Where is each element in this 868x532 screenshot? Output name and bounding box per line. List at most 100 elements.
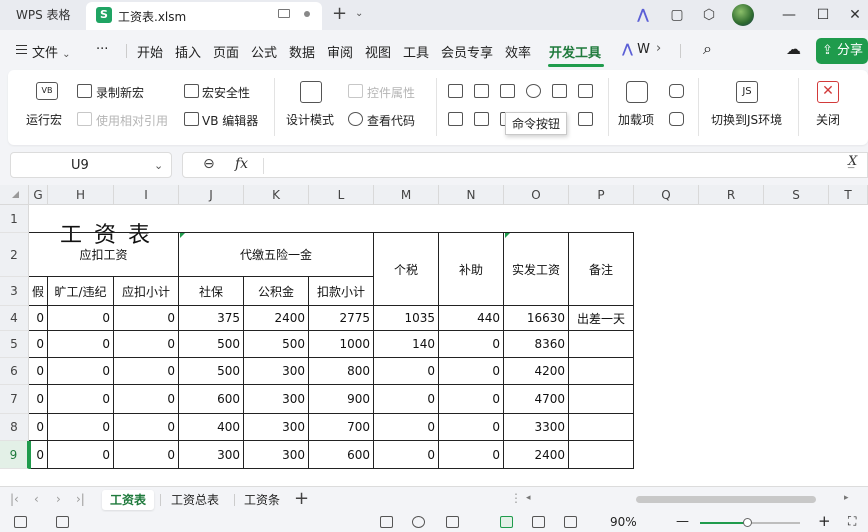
column-header-m[interactable]: M [374, 185, 439, 205]
cloud-sync-icon[interactable]: ☁ [786, 40, 801, 58]
row-header-7[interactable]: 7 [0, 385, 29, 414]
macro-security-button[interactable]: 宏安全性 [202, 84, 250, 101]
freeze-panes-icon[interactable] [446, 516, 459, 528]
macro-record-status-icon[interactable] [14, 516, 27, 528]
header-remark[interactable]: 备注 [569, 233, 634, 306]
fullscreen-icon[interactable]: ⛶ [848, 514, 856, 529]
menu-data[interactable]: 数据 [289, 42, 315, 61]
data-cell-h5[interactable]: 0 [48, 331, 114, 358]
record-macro-button[interactable]: 录制新宏 [96, 84, 144, 101]
data-cell-j7[interactable]: 600 [179, 385, 244, 414]
data-cell-i5[interactable]: 0 [114, 331, 179, 358]
data-cell-o4[interactable]: 16630 [504, 306, 569, 331]
row-header-8[interactable]: 8 [0, 414, 29, 441]
js-environment-icon[interactable]: JS [736, 81, 758, 103]
menu-scroll-right-icon[interactable]: › [656, 41, 661, 56]
column-header-n[interactable]: N [439, 185, 504, 205]
header-housing-fund[interactable]: 公积金 [244, 277, 309, 306]
normal-view-icon[interactable] [500, 516, 513, 528]
data-cell-g7[interactable]: 0 [29, 385, 48, 414]
data-cell-h7[interactable]: 0 [48, 385, 114, 414]
data-cell-k6[interactable]: 300 [244, 358, 309, 385]
avatar[interactable] [732, 4, 754, 26]
menu-more[interactable]: ··· [96, 42, 108, 57]
data-cell-m8[interactable]: 0 [374, 414, 439, 441]
menu-formulas[interactable]: 公式 [251, 42, 277, 61]
data-cell-p7[interactable] [569, 385, 634, 414]
radio-control-icon[interactable] [526, 84, 541, 98]
menu-tools[interactable]: 工具 [403, 42, 429, 61]
row-header-4[interactable]: 4 [0, 306, 29, 331]
expand-formula-icon[interactable]: X̲ [848, 154, 857, 169]
addins-cube-icon[interactable] [626, 81, 648, 103]
data-cell-p9[interactable] [569, 441, 634, 469]
command-button-control-icon[interactable] [500, 84, 515, 98]
new-tab-plus-icon[interactable]: + [332, 3, 347, 25]
data-cell-n6[interactable]: 0 [439, 358, 504, 385]
addins-button[interactable]: 加载项 [618, 111, 654, 128]
eye-protect-icon[interactable] [412, 516, 425, 528]
menu-efficiency[interactable]: 效率 [505, 42, 531, 61]
listbox-control-icon[interactable] [448, 112, 463, 126]
scrollbar-control-icon[interactable] [474, 112, 489, 126]
data-cell-g8[interactable]: 0 [29, 414, 48, 441]
data-cell-j9[interactable]: 300 [179, 441, 244, 469]
search-icon[interactable]: ⌕ [703, 39, 712, 59]
frame-control-icon[interactable] [578, 112, 593, 126]
data-cell-p4[interactable]: 出差一天 [569, 306, 634, 331]
column-header-r[interactable]: R [699, 185, 764, 205]
header-deduct-total[interactable]: 扣款小计 [309, 277, 374, 306]
view-code-icon[interactable] [348, 112, 363, 126]
menu-member[interactable]: 会员专享 [441, 42, 493, 61]
column-header-t[interactable]: T [829, 185, 868, 205]
data-cell-m9[interactable]: 0 [374, 441, 439, 469]
prev-sheet-icon[interactable]: ‹ [34, 492, 39, 506]
column-header-l[interactable]: L [309, 185, 374, 205]
column-header-g[interactable]: G [29, 185, 48, 205]
menu-w[interactable]: ⋀ W [622, 42, 650, 57]
cube-icon[interactable]: ⬡ [700, 6, 718, 24]
data-cell-k9[interactable]: 300 [244, 441, 309, 469]
row-header-5[interactable]: 5 [0, 331, 29, 358]
zoom-level[interactable]: 90% [610, 515, 637, 529]
close-developer-button[interactable]: 关闭 [816, 111, 840, 128]
data-cell-k5[interactable]: 500 [244, 331, 309, 358]
data-cell-l7[interactable]: 900 [309, 385, 374, 414]
menu-page[interactable]: 页面 [213, 42, 239, 61]
data-cell-h9[interactable]: 0 [48, 441, 114, 469]
column-header-j[interactable]: J [179, 185, 244, 205]
data-cell-l6[interactable]: 800 [309, 358, 374, 385]
record-macro-icon[interactable] [77, 84, 92, 98]
sheet-tab-salary-summary[interactable]: 工资总表 [163, 490, 227, 510]
spreadsheet-grid[interactable]: G H I J K L M N O P Q R S T 1 2 3 4 5 6 7 8 9 工资表 应扣工资 代缴五险一金 个税 补助… [0, 185, 868, 486]
data-cell-i8[interactable]: 0 [114, 414, 179, 441]
data-cell-n5[interactable]: 0 [439, 331, 504, 358]
data-cell-n9[interactable]: 0 [439, 441, 504, 469]
data-cell-k7[interactable]: 300 [244, 385, 309, 414]
data-cell-l5[interactable]: 1000 [309, 331, 374, 358]
data-cell-h4[interactable]: 0 [48, 306, 114, 331]
data-cell-k8[interactable]: 300 [244, 414, 309, 441]
header-social-insurance[interactable]: 社保 [179, 277, 244, 306]
menu-review[interactable]: 审阅 [327, 42, 353, 61]
data-cell-o5[interactable]: 8360 [504, 331, 569, 358]
sheet-layout-icon[interactable] [56, 516, 69, 528]
chevron-down-icon[interactable]: ⌄ [154, 159, 163, 172]
data-cell-i7[interactable]: 0 [114, 385, 179, 414]
column-header-p[interactable]: P [569, 185, 634, 205]
switch-js-button[interactable]: 切换到JS环境 [711, 111, 782, 128]
design-mode-button[interactable]: 设计模式 [286, 111, 334, 128]
formula-input-container[interactable]: ⊖ fx [182, 152, 868, 178]
first-sheet-icon[interactable]: |‹ [10, 492, 19, 506]
data-cell-m6[interactable]: 0 [374, 358, 439, 385]
close-icon[interactable]: ✕ [844, 4, 866, 26]
data-cell-l8[interactable]: 700 [309, 414, 374, 441]
column-header-h[interactable]: H [48, 185, 114, 205]
row-header-9[interactable]: 9 [0, 441, 29, 469]
row-header-2[interactable]: 2 [0, 233, 29, 277]
vb-editor-button[interactable]: VB 编辑器 [202, 112, 258, 129]
sheet-tab-salary[interactable]: 工资表 [102, 490, 155, 510]
header-deduct-subtotal[interactable]: 应扣小计 [114, 277, 179, 306]
menu-insert[interactable]: 插入 [175, 42, 201, 61]
data-cell-n7[interactable]: 0 [439, 385, 504, 414]
